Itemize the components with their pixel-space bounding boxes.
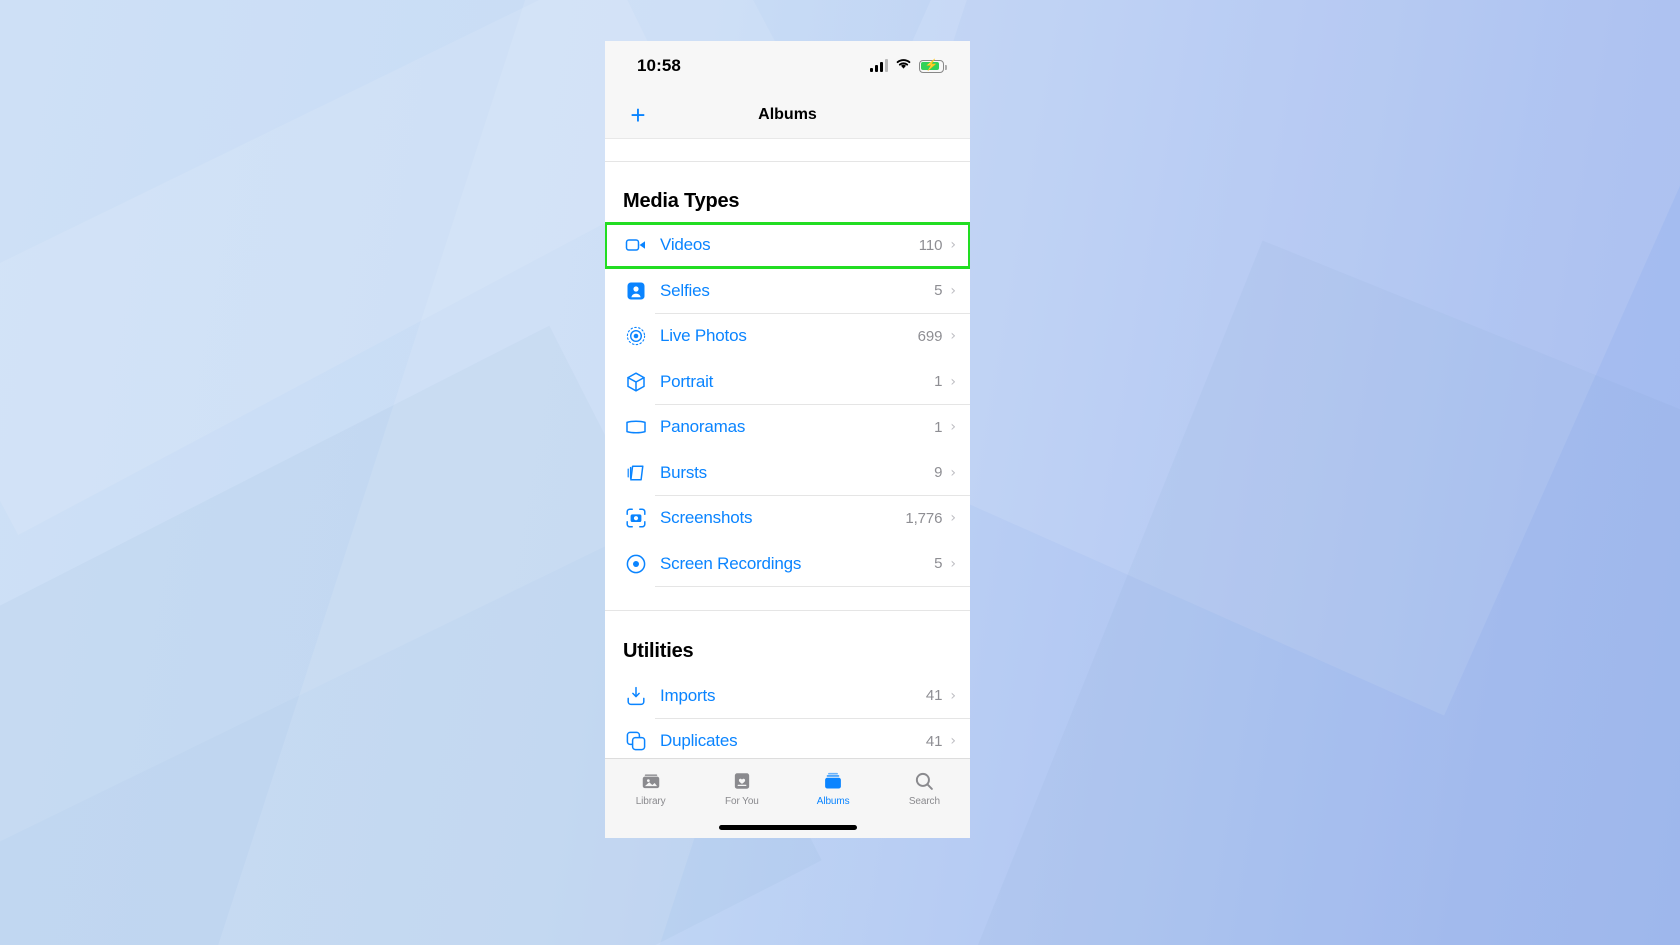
status-bar: 10:58 ⚡ — [605, 41, 970, 91]
album-row-label: Bursts — [660, 462, 707, 482]
chevron-right-icon: › — [950, 373, 956, 390]
album-row-label: Duplicates — [660, 731, 738, 751]
chevron-right-icon: › — [950, 328, 956, 345]
chevron-right-icon: › — [950, 733, 956, 750]
cube-icon — [623, 369, 649, 395]
section-header: Utilities — [623, 640, 694, 662]
albums-icon — [822, 769, 844, 793]
screen-recording-icon — [623, 551, 649, 577]
tab-for-you[interactable]: For You — [696, 769, 787, 807]
live-photos-icon — [623, 323, 649, 349]
chevron-right-icon: › — [950, 555, 956, 572]
album-row-imports[interactable]: Imports 41 › — [605, 673, 970, 719]
chevron-right-icon: › — [950, 464, 956, 481]
status-time: 10:58 — [637, 56, 681, 75]
album-row-panoramas[interactable]: Panoramas 1 › — [605, 404, 970, 450]
for-you-icon — [731, 769, 753, 793]
album-row-count: 110 — [918, 236, 943, 254]
section-header: Media Types — [623, 189, 740, 212]
album-row-label: Panoramas — [660, 417, 746, 437]
album-row-count: 41 — [925, 732, 943, 750]
tab-label: For You — [724, 795, 759, 807]
import-icon — [623, 683, 649, 709]
album-row-count: 1,776 — [905, 509, 943, 527]
album-row-count: 5 — [934, 555, 943, 573]
tab-albums[interactable]: Albums — [788, 769, 879, 807]
album-row-selfies[interactable]: Selfies 5 › — [605, 268, 970, 314]
chevron-right-icon: › — [950, 419, 956, 436]
wifi-icon — [895, 57, 912, 75]
albums-list[interactable]: Media Types Videos 110 › Selfies 5 › Live Photo… — [605, 139, 970, 758]
album-row-label: Imports — [660, 685, 716, 705]
album-row-screen-recordings[interactable]: Screen Recordings 5 › — [605, 541, 970, 587]
home-indicator[interactable] — [718, 824, 857, 830]
tab-bar[interactable]: Library For You Albums Search — [605, 758, 970, 816]
chevron-right-icon: › — [950, 237, 956, 254]
add-album-button[interactable]: + — [623, 100, 653, 130]
album-row-count: 5 — [934, 282, 943, 300]
chevron-right-icon: › — [950, 282, 956, 299]
video-camera-icon — [623, 232, 649, 258]
album-row-label: Portrait — [660, 371, 714, 391]
album-row-label: Live Photos — [660, 326, 747, 346]
screenshot-icon — [623, 505, 649, 531]
tab-search[interactable]: Search — [879, 769, 970, 807]
tab-label: Search — [908, 795, 940, 807]
page-title: Albums — [758, 105, 817, 123]
home-indicator-area — [605, 816, 970, 838]
album-row-label: Selfies — [660, 280, 710, 300]
album-row-label: Videos — [660, 235, 711, 255]
album-row-count: 1 — [934, 373, 943, 391]
panorama-icon — [623, 414, 649, 440]
duplicates-icon — [623, 728, 649, 754]
chevron-right-icon: › — [950, 510, 956, 527]
album-row-screenshots[interactable]: Screenshots 1,776 › — [605, 495, 970, 541]
tab-label: Library — [635, 795, 666, 807]
album-row-duplicates[interactable]: Duplicates 41 › — [605, 718, 970, 758]
album-row-bursts[interactable]: Bursts 9 › — [605, 450, 970, 496]
navigation-bar: + Albums — [605, 91, 970, 139]
status-indicators: ⚡ — [870, 57, 947, 75]
album-row-count: 41 — [925, 687, 943, 705]
burst-stack-icon — [623, 460, 649, 486]
album-row-videos[interactable]: Videos 110 › — [605, 221, 970, 269]
library-icon — [640, 769, 662, 793]
album-row-count: 1 — [934, 418, 943, 436]
tab-library[interactable]: Library — [605, 769, 696, 807]
cellular-bars-icon — [870, 59, 888, 72]
album-row-live-photos[interactable]: Live Photos 699 › — [605, 313, 970, 359]
album-row-label: Screenshots — [660, 508, 753, 528]
phone-screen: 10:58 ⚡ + Albums Media Types Videos 110 … — [605, 41, 970, 838]
album-row-label: Screen Recordings — [660, 553, 802, 573]
person-portrait-icon — [623, 278, 649, 304]
search-icon — [913, 769, 935, 793]
album-row-portrait[interactable]: Portrait 1 › — [605, 359, 970, 405]
chevron-right-icon: › — [950, 687, 956, 704]
album-row-count: 9 — [934, 464, 943, 482]
battery-charging-icon: ⚡ — [919, 59, 947, 73]
album-row-count: 699 — [917, 327, 943, 345]
tab-label: Albums — [816, 795, 850, 807]
